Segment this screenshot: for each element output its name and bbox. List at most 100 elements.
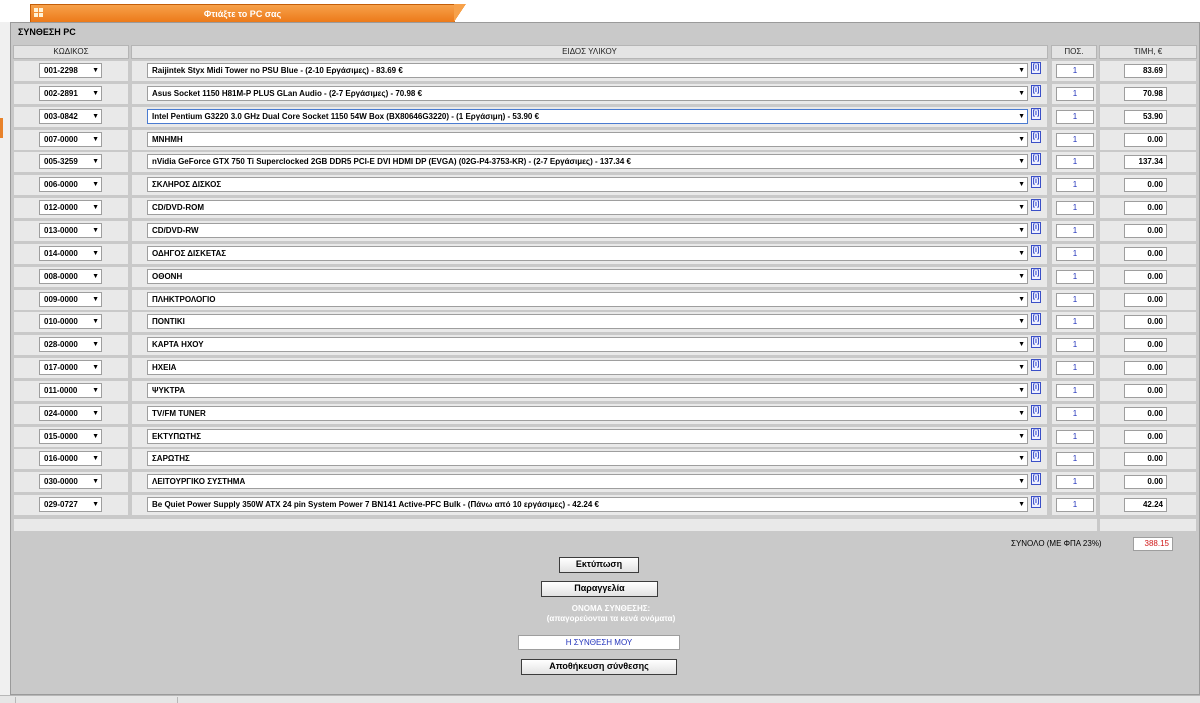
quantity-input[interactable]: 1 (1056, 292, 1094, 307)
item-value: Be Quiet Power Supply 350W ATX 24 pin Sy… (152, 500, 599, 510)
info-icon[interactable]: [i] (1031, 313, 1041, 326)
quantity-input[interactable]: 1 (1056, 361, 1094, 376)
quantity-input[interactable]: 1 (1056, 452, 1094, 467)
table-row: 017-0000 ▼ ΗΧΕΙΑ ▼ [i] 1 0.00 (11, 357, 1200, 380)
info-icon[interactable]: [i] (1031, 176, 1041, 189)
info-icon[interactable]: [i] (1031, 199, 1041, 212)
code-select[interactable]: 005-3259 ▼ (39, 154, 102, 170)
price-field: 0.00 (1124, 429, 1167, 444)
code-select[interactable]: 001-2298 ▼ (39, 63, 102, 78)
item-select[interactable]: Asus Socket 1150 H81M-P PLUS GLan Audio … (147, 85, 1028, 101)
quantity-input[interactable]: 1 (1056, 269, 1094, 284)
dropdown-arrow-icon: ▼ (1018, 364, 1025, 372)
info-icon[interactable]: [i] (1031, 62, 1041, 74)
code-select[interactable]: 014-0000 ▼ (39, 245, 102, 261)
item-select[interactable]: ΟΔΗΓΟΣ ΔΙΣΚΕΤΑΣ ▼ (147, 245, 1028, 261)
save-composition-button[interactable]: Αποθήκευση σύνθεσης (521, 659, 677, 675)
code-select[interactable]: 003-0842 ▼ (39, 108, 102, 124)
item-select[interactable]: ΠΛΗΚΤΡΟΛΟΓΙΟ ▼ (147, 291, 1028, 307)
item-select[interactable]: ΠΟΝΤΙΚΙ ▼ (147, 314, 1028, 330)
dropdown-arrow-icon: ▼ (1018, 409, 1025, 417)
code-select[interactable]: 012-0000 ▼ (39, 200, 102, 216)
column-header-price: ΤΙΜΗ, € (1099, 45, 1197, 59)
item-select[interactable]: ΛΕΙΤΟΥΡΓΙΚΟ ΣΥΣΤΗΜΑ ▼ (147, 474, 1028, 490)
quantity-input[interactable]: 1 (1056, 86, 1094, 101)
item-select[interactable]: ΗΧΕΙΑ ▼ (147, 360, 1028, 376)
quantity-input[interactable]: 1 (1056, 201, 1094, 216)
info-icon[interactable]: [i] (1031, 473, 1041, 486)
quantity-input[interactable]: 1 (1056, 498, 1094, 513)
code-select[interactable]: 008-0000 ▼ (39, 268, 102, 284)
info-icon[interactable]: [i] (1031, 244, 1041, 257)
info-icon[interactable]: [i] (1031, 359, 1041, 372)
code-select[interactable]: 007-0000 ▼ (39, 131, 102, 147)
code-select[interactable]: 029-0727 ▼ (39, 497, 102, 513)
code-select[interactable]: 013-0000 ▼ (39, 222, 102, 238)
order-button[interactable]: Παραγγελία (541, 581, 658, 597)
info-icon[interactable]: [i] (1031, 381, 1041, 394)
item-value: ΨΥΚΤΡΑ (152, 385, 185, 395)
item-select[interactable]: nVidia GeForce GTX 750 Ti Superclocked 2… (147, 154, 1028, 170)
quantity-input[interactable]: 1 (1056, 475, 1094, 490)
item-select[interactable]: Be Quiet Power Supply 350W ATX 24 pin Sy… (147, 497, 1028, 513)
item-select[interactable]: ΕΚΤΥΠΩΤΗΣ ▼ (147, 428, 1028, 444)
item-select[interactable]: ΟΘΟΝΗ ▼ (147, 268, 1028, 284)
code-select[interactable]: 024-0000 ▼ (39, 405, 102, 421)
item-select[interactable]: CD/DVD-ROM ▼ (147, 200, 1028, 216)
code-select[interactable]: 030-0000 ▼ (39, 474, 102, 490)
code-select[interactable]: 011-0000 ▼ (39, 382, 102, 398)
tab-build-pc[interactable]: Φτιάξτε το PC σας (30, 4, 455, 22)
item-select[interactable]: ΣΚΛΗΡΟΣ ΔΙΣΚΟΣ ▼ (147, 177, 1028, 193)
info-icon[interactable]: [i] (1031, 130, 1041, 143)
code-select[interactable]: 010-0000 ▼ (39, 314, 102, 330)
quantity-input[interactable]: 1 (1056, 406, 1094, 421)
info-icon[interactable]: [i] (1031, 84, 1041, 97)
item-select[interactable]: ΜΝΗΜΗ ▼ (147, 131, 1028, 147)
item-select[interactable]: ΨΥΚΤΡΑ ▼ (147, 382, 1028, 398)
section-title: ΣΥΝΘΕΣΗ PC (18, 27, 76, 37)
print-button[interactable]: Εκτύπωση (559, 557, 639, 573)
code-select[interactable]: 028-0000 ▼ (39, 337, 102, 353)
quantity-input[interactable]: 1 (1056, 246, 1094, 261)
quantity-input[interactable]: 1 (1056, 155, 1094, 170)
quantity-input[interactable]: 1 (1056, 383, 1094, 398)
quantity-input[interactable]: 1 (1056, 132, 1094, 147)
quantity-input[interactable]: 1 (1056, 315, 1094, 330)
item-select[interactable]: Intel Pentium G3220 3.0 GHz Dual Core So… (147, 108, 1028, 124)
code-select[interactable]: 009-0000 ▼ (39, 291, 102, 307)
info-icon[interactable]: [i] (1031, 450, 1041, 463)
price-field: 137.34 (1124, 155, 1167, 170)
code-select[interactable]: 006-0000 ▼ (39, 177, 102, 193)
item-select[interactable]: ΣΑΡΩΤΗΣ ▼ (147, 451, 1028, 467)
info-icon[interactable]: [i] (1031, 404, 1041, 417)
item-select[interactable]: TV/FM TUNER ▼ (147, 405, 1028, 421)
info-icon[interactable]: [i] (1031, 336, 1041, 349)
code-select[interactable]: 017-0000 ▼ (39, 360, 102, 376)
quantity-input[interactable]: 1 (1056, 429, 1094, 444)
item-select[interactable]: ΚΑΡΤΑ ΗΧΟΥ ▼ (147, 337, 1028, 353)
item-select[interactable]: Raijintek Styx Midi Tower no PSU Blue - … (147, 63, 1028, 78)
info-icon[interactable]: [i] (1031, 107, 1041, 120)
info-icon[interactable]: [i] (1031, 153, 1041, 166)
quantity-input[interactable]: 1 (1056, 64, 1094, 78)
price-field: 70.98 (1124, 86, 1167, 101)
info-icon[interactable]: [i] (1031, 221, 1041, 234)
code-select[interactable]: 002-2891 ▼ (39, 85, 102, 101)
code-select[interactable]: 015-0000 ▼ (39, 428, 102, 444)
info-icon[interactable]: [i] (1031, 427, 1041, 440)
quantity-input[interactable]: 1 (1056, 338, 1094, 353)
composition-name-input[interactable]: Η ΣΥΝΘΕΣΗ ΜΟΥ (518, 635, 680, 650)
info-icon[interactable]: [i] (1031, 290, 1041, 303)
price-field: 0.00 (1124, 292, 1167, 307)
info-icon[interactable]: [i] (1031, 496, 1041, 509)
quantity-input[interactable]: 1 (1056, 109, 1094, 124)
quantity-input[interactable]: 1 (1056, 178, 1094, 193)
item-select[interactable]: CD/DVD-RW ▼ (147, 222, 1028, 238)
dropdown-arrow-icon: ▼ (1018, 272, 1025, 280)
info-icon[interactable]: [i] (1031, 267, 1041, 280)
price-field: 0.00 (1124, 338, 1167, 353)
code-select[interactable]: 016-0000 ▼ (39, 451, 102, 467)
item-value: ΣΑΡΩΤΗΣ (152, 454, 190, 464)
left-sidebar-edge (0, 22, 10, 703)
quantity-input[interactable]: 1 (1056, 223, 1094, 238)
